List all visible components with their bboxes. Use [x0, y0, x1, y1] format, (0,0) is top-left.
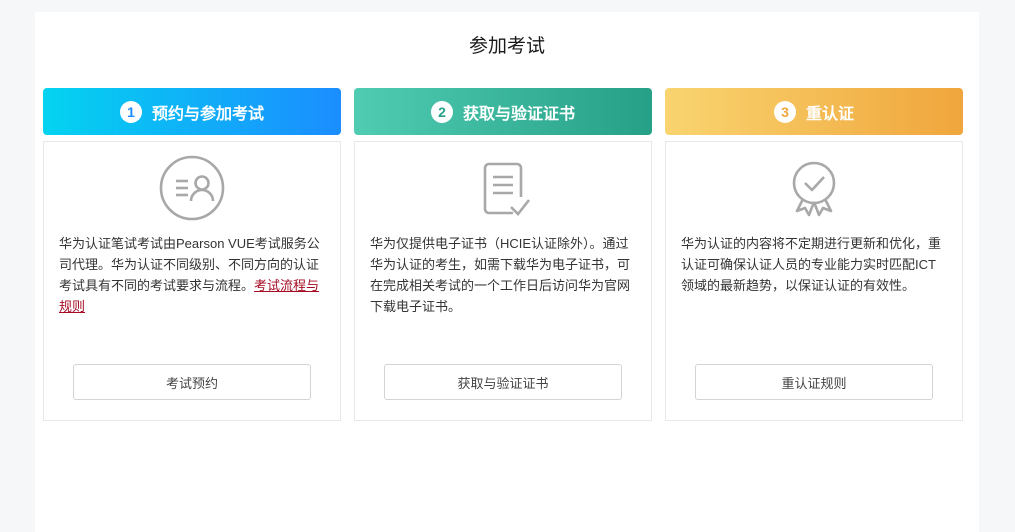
card-body: 华为认证笔试考试由Pearson VUE考试服务公司代理。华为认证不同级别、不同…	[43, 141, 341, 421]
get-verify-certificate-button[interactable]: 获取与验证证书	[384, 364, 622, 400]
certificate-document-check-icon	[468, 152, 538, 224]
step-card-booking: 1 预约与参加考试 华为认证笔试考试由Pearson VUE考试服务公司代理。华…	[43, 88, 341, 421]
step-header-1: 1 预约与参加考试	[43, 88, 341, 135]
recertification-rules-button[interactable]: 重认证规则	[695, 364, 933, 400]
step-header-label: 预约与参加考试	[151, 105, 264, 123]
step-header-2: 2 获取与验证证书	[354, 88, 652, 135]
step-card-certificate: 2 获取与验证证书 华为仅提供电子证书（HCIE认证除外）。通过华为认证的考生，…	[354, 88, 652, 421]
card-description: 华为仅提供电子证书（HCIE认证除外）。通过华为认证的考生，如需下载华为电子证书…	[355, 233, 651, 317]
step-header-label: 重认证	[805, 105, 854, 123]
section-title: 参加考试	[468, 36, 545, 57]
exam-booking-button[interactable]: 考试预约	[73, 364, 311, 400]
step-number-badge: 3	[773, 100, 796, 123]
step-card-recertification: 3 重认证 华为认证的内容将不定期进行更新和优化，重认证可确保认证人员的专业能力…	[665, 88, 963, 421]
card-description-text: 华为认证的内容将不定期进行更新和优化，重认证可确保认证人员的专业能力实时匹配IC…	[681, 236, 942, 293]
card-description: 华为认证的内容将不定期进行更新和优化，重认证可确保认证人员的专业能力实时匹配IC…	[666, 233, 962, 296]
step-header-label: 获取与验证证书	[462, 105, 575, 123]
step-number-badge: 1	[119, 100, 142, 123]
step-number-badge: 2	[430, 100, 453, 123]
card-body: 华为认证的内容将不定期进行更新和优化，重认证可确保认证人员的专业能力实时匹配IC…	[665, 141, 963, 421]
steps-row: 1 预约与参加考试 华为认证笔试考试由Pearson VUE考试服务公司代理。华…	[35, 88, 979, 421]
medal-check-icon	[779, 152, 849, 224]
step-header-3: 3 重认证	[665, 88, 963, 135]
registration-person-icon	[157, 152, 227, 224]
card-description-text: 华为仅提供电子证书（HCIE认证除外）。通过华为认证的考生，如需下载华为电子证书…	[370, 236, 631, 314]
card-body: 华为仅提供电子证书（HCIE认证除外）。通过华为认证的考生，如需下载华为电子证书…	[354, 141, 652, 421]
card-description: 华为认证笔试考试由Pearson VUE考试服务公司代理。华为认证不同级别、不同…	[44, 233, 340, 317]
take-exam-section: 参加考试 1 预约与参加考试 华为认证笔试考试由Pearson VUE考试服务公…	[35, 12, 979, 532]
